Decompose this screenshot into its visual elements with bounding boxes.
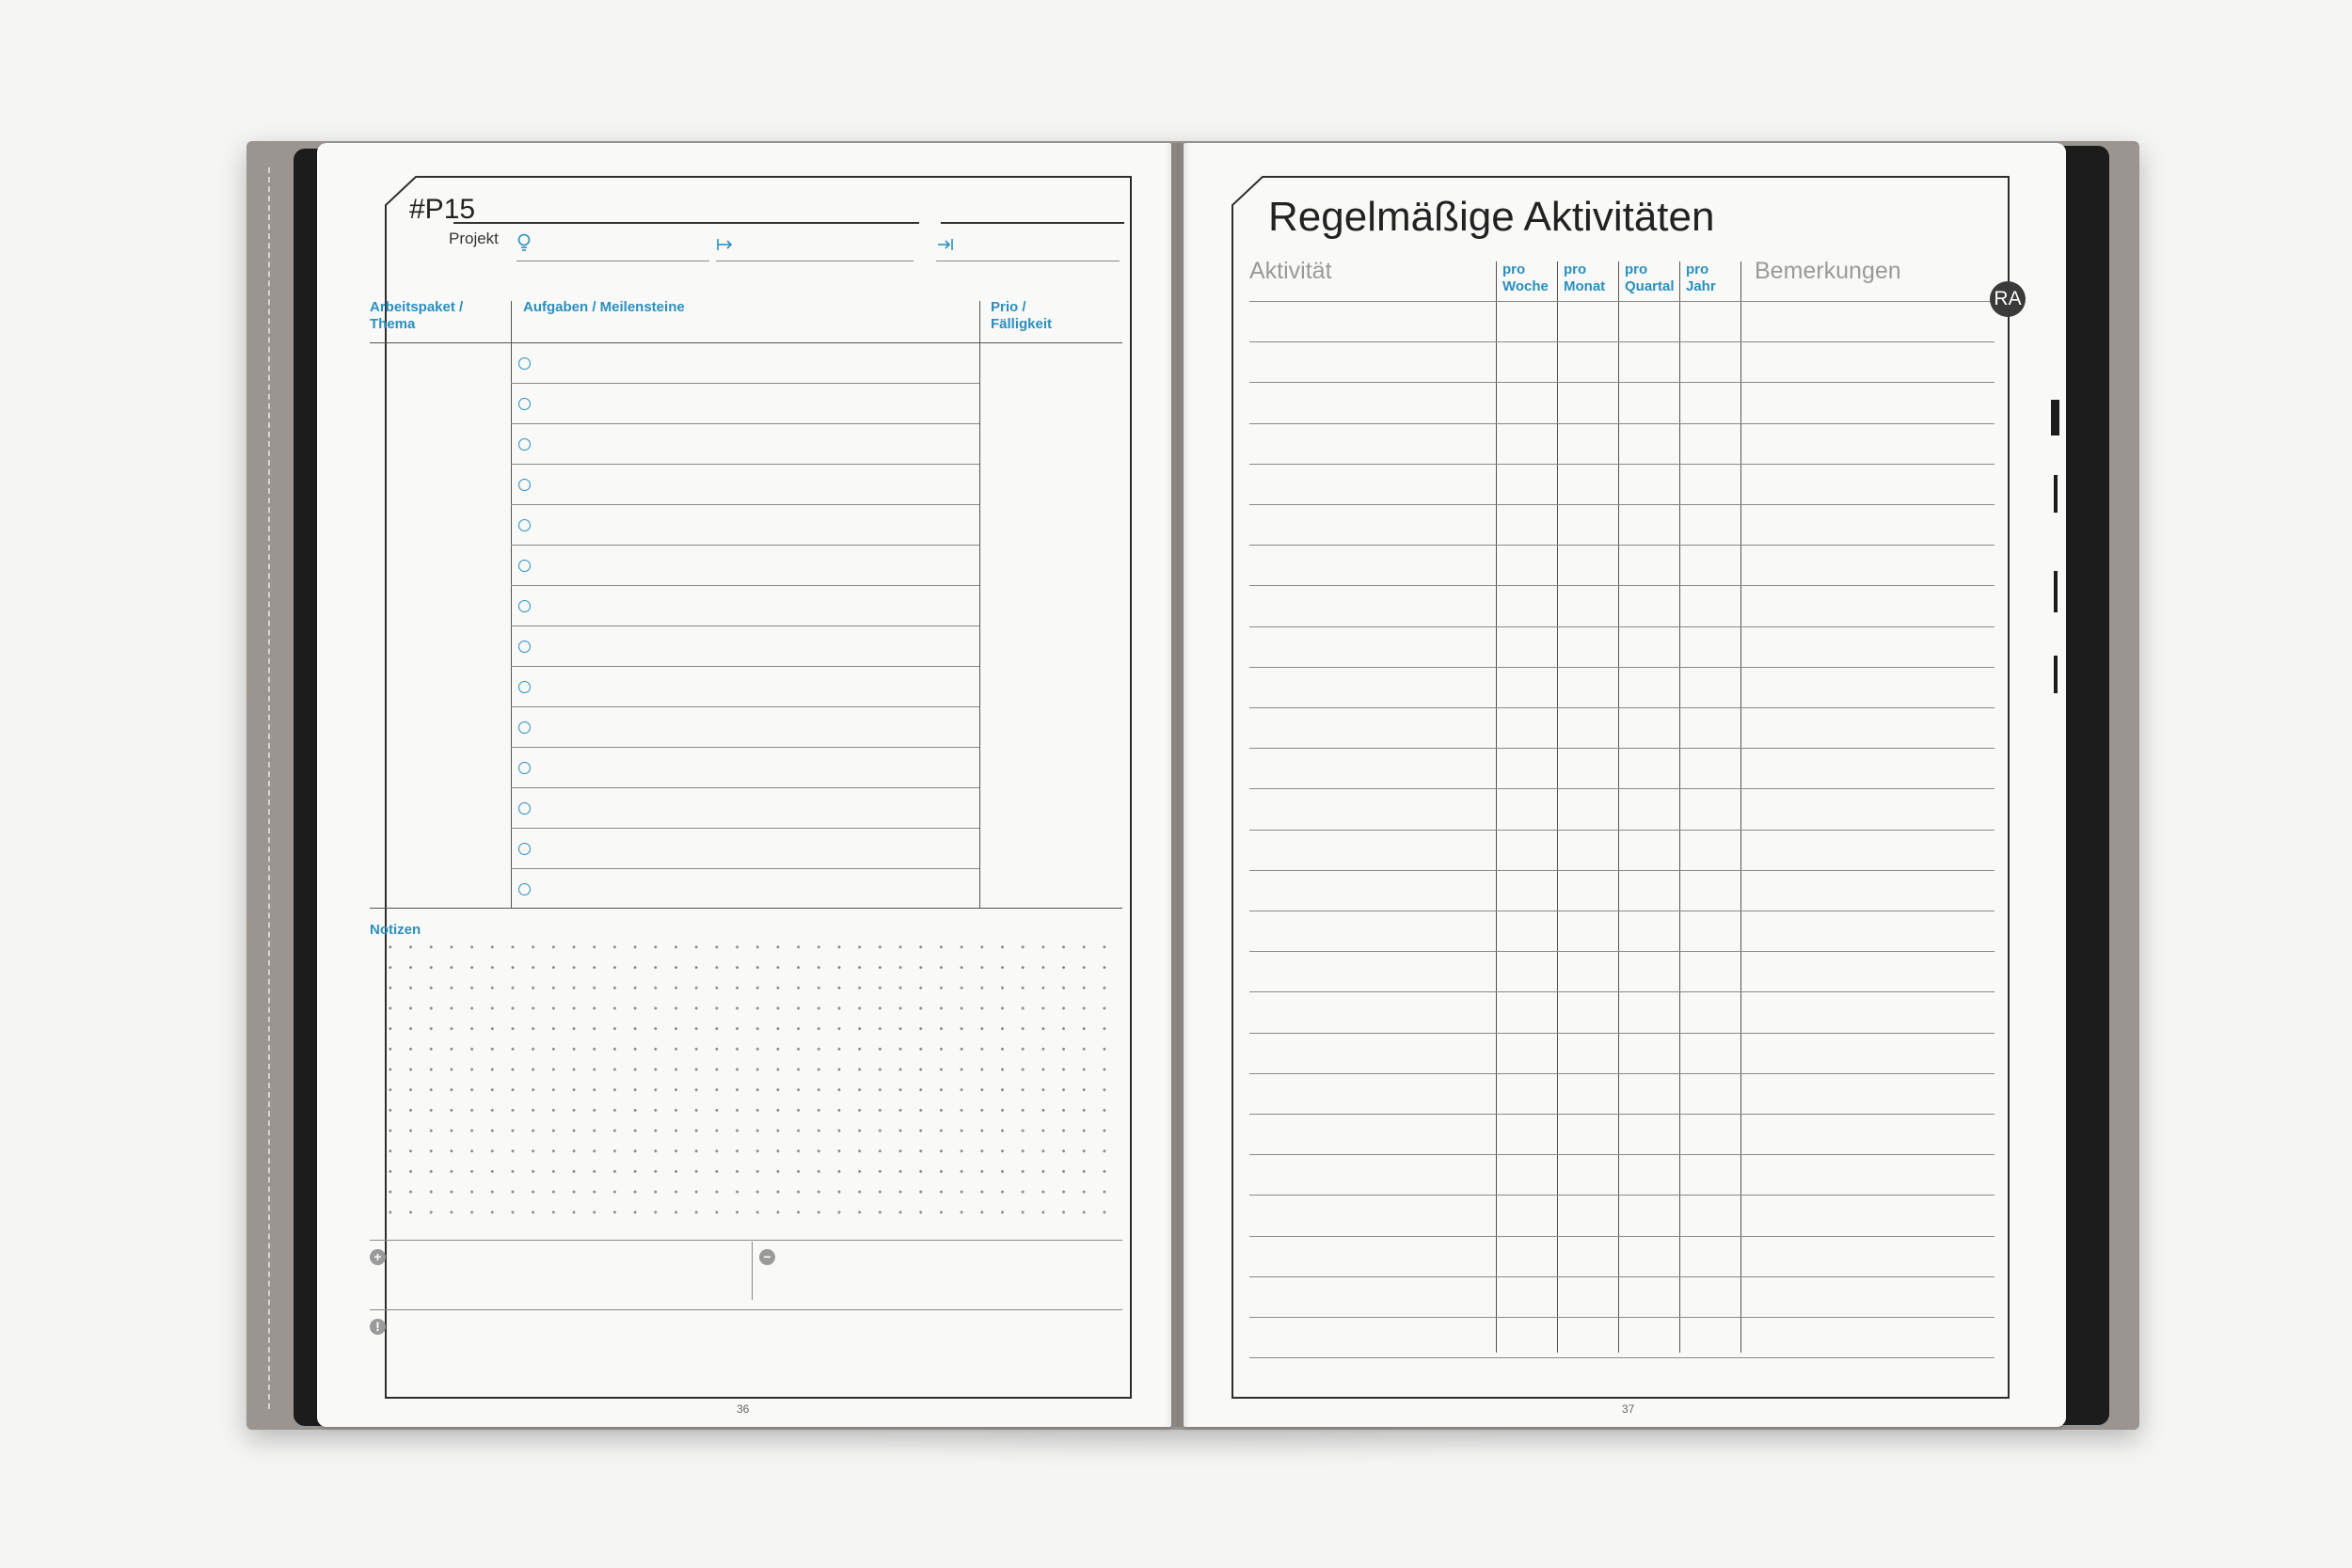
task-checkbox-icon[interactable] <box>518 357 531 370</box>
index-tab-4[interactable] <box>2054 656 2058 693</box>
col-divider-week <box>1496 261 1497 1353</box>
project-extra-line[interactable] <box>941 222 1124 224</box>
task-checkbox-icon[interactable] <box>518 762 531 774</box>
col-divider-remarks <box>1740 261 1741 1353</box>
task-checkbox-icon[interactable] <box>518 398 531 410</box>
project-name-line[interactable] <box>453 222 919 224</box>
task-row[interactable] <box>511 423 979 465</box>
col-header-work-package: Arbeitspaket / Thema <box>370 299 464 332</box>
right-page: Regelmäßige Aktivitäten Aktivität pro Wo… <box>1184 143 2066 1427</box>
task-checkbox-icon[interactable] <box>518 438 531 451</box>
activity-row-line[interactable] <box>1249 870 1994 871</box>
index-tab-1[interactable] <box>2051 400 2059 436</box>
activity-row-line[interactable] <box>1249 341 1994 342</box>
section-tab-badge[interactable]: RA <box>1990 281 2026 317</box>
minus-circle-icon: − <box>759 1249 775 1265</box>
task-checkbox-icon[interactable] <box>518 479 531 491</box>
project-label: Projekt <box>449 230 499 247</box>
task-checkbox-icon[interactable] <box>518 560 531 572</box>
task-checkbox-icon[interactable] <box>518 721 531 734</box>
task-checkbox-icon[interactable] <box>518 883 531 895</box>
activity-row-line[interactable] <box>1249 626 1994 627</box>
task-row[interactable] <box>511 706 979 748</box>
task-row[interactable] <box>511 868 979 909</box>
activity-row-line[interactable] <box>1249 301 1994 302</box>
activity-row-line[interactable] <box>1249 707 1994 708</box>
page-title: Regelmäßige Aktivitäten <box>1268 194 1715 240</box>
activity-row-line[interactable] <box>1249 585 1994 586</box>
activity-row-line[interactable] <box>1249 1276 1994 1277</box>
plus-circle-icon: + <box>370 1249 386 1265</box>
col-header-priority: Prio / Fälligkeit <box>991 299 1053 332</box>
activity-row-line[interactable] <box>1249 830 1994 831</box>
activity-row-line[interactable] <box>1249 1114 1994 1115</box>
task-row[interactable] <box>511 828 979 869</box>
cover-stitching <box>268 167 270 1409</box>
task-row[interactable] <box>511 787 979 829</box>
col-header-per-quarter: pro Quartal <box>1625 261 1675 294</box>
col-header-per-month: pro Monat <box>1564 261 1606 294</box>
activity-row-line[interactable] <box>1249 667 1994 668</box>
task-row[interactable] <box>511 504 979 546</box>
task-checkbox-icon[interactable] <box>518 519 531 531</box>
col-divider-quarter <box>1618 261 1619 1353</box>
activity-row-line[interactable] <box>1249 1195 1994 1196</box>
col-header-per-year: pro Jahr <box>1686 261 1716 294</box>
col-header-remarks: Bemerkungen <box>1755 258 1901 284</box>
col-divider-month <box>1557 261 1558 1353</box>
pros-cons-bottom-rule <box>370 1309 1122 1310</box>
page-number-right: 37 <box>1622 1402 1635 1416</box>
project-code: #P15 <box>409 194 476 225</box>
activity-row-line[interactable] <box>1249 382 1994 383</box>
task-checkbox-icon[interactable] <box>518 843 531 855</box>
lightbulb-icon <box>517 233 531 251</box>
col-header-tasks: Aufgaben / Meilensteine <box>523 299 685 315</box>
activity-row-line[interactable] <box>1249 748 1994 749</box>
notes-bottom-rule <box>370 1240 1122 1241</box>
end-arrow-icon <box>938 239 953 250</box>
activity-row-line[interactable] <box>1249 1073 1994 1074</box>
alert-circle-icon: ! <box>370 1319 386 1335</box>
activity-row-line[interactable] <box>1249 1236 1994 1237</box>
page-number-left: 36 <box>737 1402 750 1416</box>
activity-row-line[interactable] <box>1249 1154 1994 1155</box>
col-divider-year <box>1679 261 1680 1353</box>
task-checkbox-icon[interactable] <box>518 600 531 612</box>
task-row[interactable] <box>511 342 979 384</box>
activity-row-line[interactable] <box>1249 504 1994 505</box>
right-page-frame <box>1232 176 2010 1399</box>
index-tab-3[interactable] <box>2054 571 2058 612</box>
pros-cons-divider <box>752 1242 753 1300</box>
activity-row-line[interactable] <box>1249 1357 1994 1358</box>
task-checkbox-icon[interactable] <box>518 641 531 653</box>
task-checkbox-icon[interactable] <box>518 681 531 693</box>
activity-row-line[interactable] <box>1249 991 1994 992</box>
col-header-activity: Aktivität <box>1249 258 1332 284</box>
col-divider-2 <box>979 301 980 908</box>
activity-row-line[interactable] <box>1249 423 1994 424</box>
activity-row-line[interactable] <box>1249 464 1994 465</box>
left-page: #P15 Projekt Arbeitspaket / Thema Aufgab… <box>317 143 1171 1427</box>
activity-row-line[interactable] <box>1249 951 1994 952</box>
task-row[interactable] <box>511 383 979 424</box>
task-row[interactable] <box>511 464 979 505</box>
col-header-per-week: pro Woche <box>1502 261 1549 294</box>
start-arrow-icon <box>717 239 733 250</box>
page-gutter <box>1165 143 1191 1427</box>
index-tab-2[interactable] <box>2054 475 2058 513</box>
activity-row-line[interactable] <box>1249 1033 1994 1034</box>
task-checkbox-icon[interactable] <box>518 802 531 815</box>
task-row[interactable] <box>511 545 979 586</box>
activity-row-line[interactable] <box>1249 1317 1994 1318</box>
notes-dot-grid[interactable] <box>380 937 1120 1219</box>
task-row[interactable] <box>511 666 979 707</box>
task-row[interactable] <box>511 585 979 626</box>
task-row[interactable] <box>511 747 979 788</box>
activity-row-line[interactable] <box>1249 788 1994 789</box>
activity-row-line[interactable] <box>1249 545 1994 546</box>
task-row[interactable] <box>511 626 979 667</box>
table-bottom-rule <box>370 908 1122 909</box>
